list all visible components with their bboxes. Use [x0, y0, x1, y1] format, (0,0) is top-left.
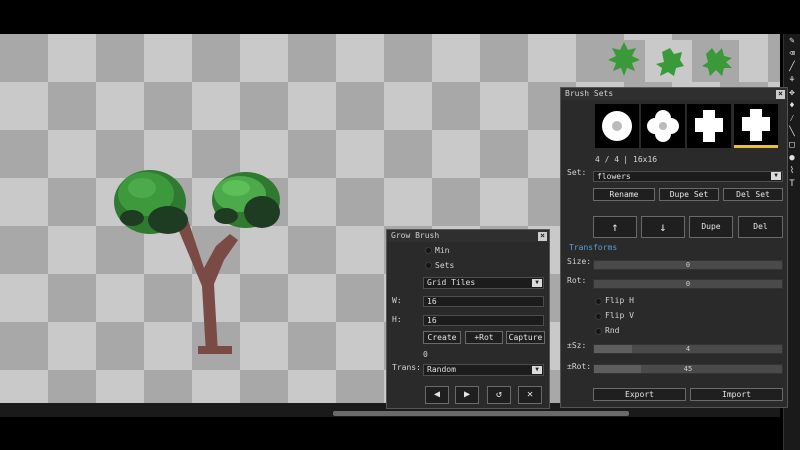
rotation-slider[interactable]: 0	[593, 279, 783, 289]
add-rotation-button[interactable]: +Rot	[465, 331, 503, 344]
move-up-button[interactable]: ↑	[593, 216, 637, 238]
export-button[interactable]: Export	[593, 388, 686, 401]
eraser-icon[interactable]: ⌫	[785, 48, 799, 60]
flip-v-label: Flip V	[605, 311, 634, 320]
clear-button[interactable]: ✕	[518, 386, 542, 404]
plus-minus-size-label: ±Sz:	[567, 341, 587, 350]
capture-button[interactable]: Capture	[506, 331, 545, 344]
set-select[interactable]: flowers ▼	[593, 171, 783, 182]
brush-icon[interactable]: ╱	[785, 61, 799, 73]
chevron-down-icon: ▼	[532, 279, 542, 287]
set-select-value: flowers	[597, 172, 631, 181]
grow-icon[interactable]: ⚘	[785, 74, 799, 86]
right-canopy	[212, 172, 280, 228]
brush-thumb-2[interactable]	[641, 104, 685, 148]
trans-select[interactable]: Random ▼	[423, 364, 544, 376]
plus-minus-rot-label: ±Rot:	[567, 362, 592, 371]
flip-h-radio[interactable]	[595, 298, 602, 305]
close-icon[interactable]: ×	[538, 232, 547, 241]
size-variance-slider[interactable]: 4	[593, 344, 783, 354]
size-slider[interactable]: 0	[593, 260, 783, 270]
brush-size-info: 16x16	[633, 155, 658, 164]
min-label: Min	[435, 246, 450, 255]
brush-counter: 4 / 4	[595, 155, 620, 164]
min-radio[interactable]	[425, 247, 432, 254]
rnd-label: Rnd	[605, 326, 620, 335]
del-button[interactable]: Del	[738, 216, 783, 238]
tree-pixel-art	[114, 170, 280, 354]
tree-trunk	[176, 220, 238, 354]
w-label: W:	[392, 296, 402, 305]
mode-select-value: Grid Tiles	[427, 278, 476, 287]
panel-title: Grow Brush	[387, 230, 549, 242]
random-radio[interactable]	[595, 328, 602, 335]
sets-label: Sets	[435, 261, 455, 270]
sets-radio[interactable]	[425, 262, 432, 269]
brush-thumb-4-selected[interactable]	[734, 104, 778, 148]
trans-label: Trans:	[392, 363, 421, 372]
trans-select-value: Random	[427, 365, 456, 374]
create-button[interactable]: Create	[423, 331, 461, 344]
size-variance-value: 4	[685, 345, 691, 353]
flip-h-label: Flip H	[605, 296, 634, 305]
rotation-variance-value: 45	[683, 365, 693, 373]
brush-sets-panel: Brush Sets × 4 / 4 | 16x16 Set: flowers …	[560, 87, 788, 408]
import-button[interactable]: Import	[690, 388, 783, 401]
rot-value: 0	[685, 280, 691, 288]
panel-title: Brush Sets	[561, 88, 787, 100]
chevron-down-icon: ▼	[771, 172, 781, 180]
height-input[interactable]: 16	[423, 315, 544, 326]
rotation-variance-slider[interactable]: 45	[593, 364, 783, 374]
close-icon[interactable]: ×	[776, 90, 785, 99]
flip-v-radio[interactable]	[595, 313, 602, 320]
set-label: Set:	[567, 168, 587, 177]
horizontal-scrollbar-thumb[interactable]	[333, 411, 629, 416]
del-set-button[interactable]: Del Set	[723, 188, 783, 201]
reset-button[interactable]: ↺	[487, 386, 511, 404]
h-label: H:	[392, 315, 402, 324]
rot-label: Rot:	[567, 276, 587, 285]
left-canopy	[114, 170, 188, 234]
width-input[interactable]: 16	[423, 296, 544, 307]
chevron-down-icon: ▼	[532, 366, 542, 374]
brush-preview-strip	[603, 40, 739, 82]
dupe-button[interactable]: Dupe	[689, 216, 733, 238]
brush-count: 0	[423, 350, 428, 359]
size-label: Size:	[567, 257, 592, 266]
prev-button[interactable]: ◀	[425, 386, 449, 404]
transforms-heading: Transforms	[569, 243, 618, 252]
size-value: 0	[685, 261, 691, 269]
pencil-icon[interactable]: ✎	[785, 35, 799, 47]
next-button[interactable]: ▶	[455, 386, 479, 404]
move-down-button[interactable]: ↓	[641, 216, 685, 238]
rename-button[interactable]: Rename	[593, 188, 655, 201]
brush-thumb-3[interactable]	[687, 104, 731, 148]
brush-thumb-1[interactable]	[595, 104, 639, 148]
dupe-set-button[interactable]: Dupe Set	[659, 188, 719, 201]
grow-brush-panel: Grow Brush × Min Sets Grid Tiles ▼ W: 16…	[386, 229, 550, 409]
mode-select[interactable]: Grid Tiles ▼	[423, 277, 544, 289]
counter-separator: |	[623, 155, 628, 164]
